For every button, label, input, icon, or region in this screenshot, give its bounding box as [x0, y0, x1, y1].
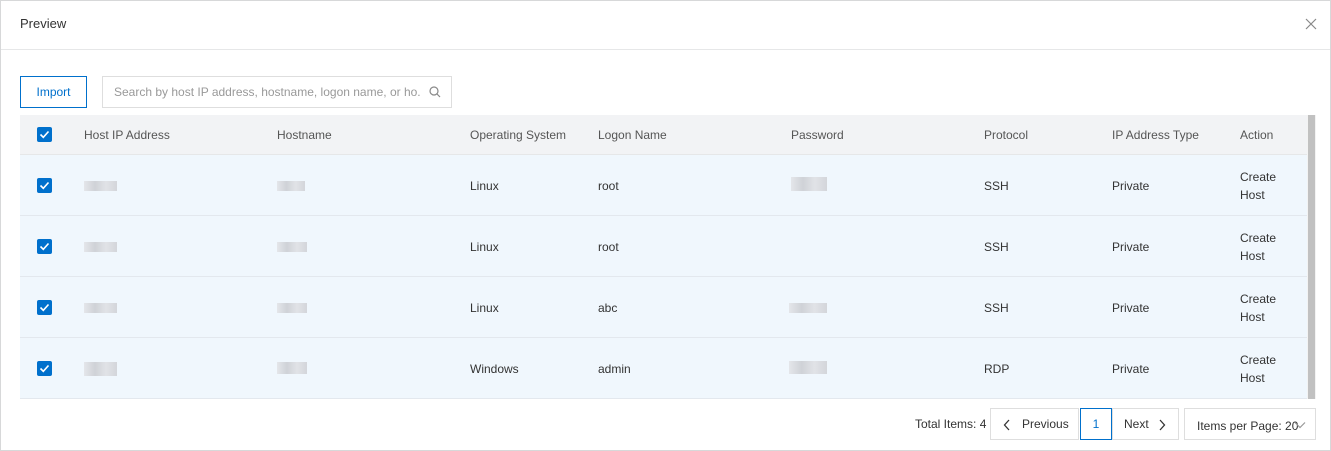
ip-type-cell: Private: [1112, 301, 1150, 315]
protocol-cell: SSH: [984, 240, 1009, 254]
os-cell: Linux: [470, 179, 499, 193]
redacted-password: [789, 361, 827, 374]
next-label: Next: [1124, 417, 1149, 431]
search-box: [102, 76, 452, 108]
column-hostname[interactable]: Hostname: [277, 128, 332, 142]
search-input[interactable]: [103, 77, 421, 107]
protocol-cell: SSH: [984, 301, 1009, 315]
chevron-left-icon: [1003, 419, 1010, 431]
action-line: Create: [1240, 231, 1277, 245]
action-line: Host: [1240, 371, 1265, 385]
page-number-button[interactable]: 1: [1080, 408, 1112, 440]
row-checkbox[interactable]: [37, 239, 52, 254]
redacted-hostname: [277, 181, 305, 191]
os-cell: Linux: [470, 240, 499, 254]
column-host-ip[interactable]: Host IP Address: [84, 128, 170, 142]
ip-type-cell: Private: [1112, 240, 1150, 254]
action-line: Create: [1240, 353, 1277, 367]
protocol-cell: SSH: [984, 179, 1009, 193]
items-per-page-select[interactable]: Items per Page: 20: [1184, 408, 1316, 440]
chevron-right-icon: [1159, 419, 1166, 431]
action-line: Host: [1240, 188, 1265, 202]
logon-cell: admin: [598, 362, 631, 376]
total-items: Total Items: 4: [915, 417, 987, 431]
redacted-hostname: [277, 303, 307, 313]
table-row: Windows admin RDP Private Create Host: [20, 338, 1307, 399]
scrollbar-thumb[interactable]: [1308, 115, 1315, 399]
redacted-host-ip: [84, 242, 117, 252]
items-per-page-label: Items per Page: 20: [1197, 419, 1299, 433]
row-checkbox[interactable]: [37, 361, 52, 376]
redacted-host-ip: [84, 362, 117, 376]
redacted-password: [791, 177, 827, 191]
os-cell: Windows: [470, 362, 519, 376]
os-cell: Linux: [470, 301, 499, 315]
table-scrollbar[interactable]: [1307, 115, 1316, 399]
redacted-host-ip: [84, 303, 117, 313]
logon-cell: root: [598, 179, 619, 193]
column-action: Action: [1240, 128, 1274, 142]
action-line: Create: [1240, 292, 1277, 306]
action-line: Create: [1240, 170, 1277, 184]
dialog-header: Preview: [1, 1, 1330, 50]
import-button[interactable]: Import: [20, 76, 87, 108]
create-host-link[interactable]: Create Host: [1240, 168, 1290, 204]
protocol-cell: RDP: [984, 362, 1010, 376]
search-icon[interactable]: [428, 85, 442, 99]
redacted-host-ip: [84, 181, 117, 191]
logon-cell: root: [598, 240, 619, 254]
action-line: Host: [1240, 310, 1265, 324]
row-checkbox[interactable]: [37, 300, 52, 315]
column-ip-type[interactable]: IP Address Type: [1112, 128, 1199, 142]
logon-cell: abc: [598, 301, 618, 315]
column-logon-name[interactable]: Logon Name: [598, 128, 667, 142]
chevron-down-icon: [1294, 422, 1306, 429]
redacted-hostname: [277, 242, 307, 252]
ip-type-cell: Private: [1112, 179, 1150, 193]
dialog-title: Preview: [20, 16, 67, 31]
select-all-checkbox[interactable]: [37, 127, 52, 142]
previous-button[interactable]: Previous: [990, 408, 1079, 440]
table-row: Linux root SSH Private Create Host: [20, 216, 1307, 277]
create-host-link[interactable]: Create Host: [1240, 290, 1290, 326]
redacted-password: [789, 303, 827, 313]
create-host-link[interactable]: Create Host: [1240, 351, 1290, 387]
table-header: Host IP Address Hostname Operating Syste…: [20, 115, 1307, 155]
table-row: Linux root SSH Private Create Host: [20, 155, 1307, 216]
ip-type-cell: Private: [1112, 362, 1150, 376]
create-host-link[interactable]: Create Host: [1240, 229, 1290, 265]
preview-dialog: Preview Import Host IP Address Hostname …: [0, 0, 1331, 451]
next-button[interactable]: Next: [1112, 408, 1179, 440]
previous-label: Previous: [1022, 417, 1069, 431]
table-row: Linux abc SSH Private Create Host: [20, 277, 1307, 338]
column-password[interactable]: Password: [791, 128, 844, 142]
action-line: Host: [1240, 249, 1265, 263]
close-icon[interactable]: [1303, 16, 1319, 32]
row-checkbox[interactable]: [37, 178, 52, 193]
redacted-hostname: [277, 362, 307, 374]
column-protocol[interactable]: Protocol: [984, 128, 1028, 142]
column-os[interactable]: Operating System: [470, 128, 566, 142]
